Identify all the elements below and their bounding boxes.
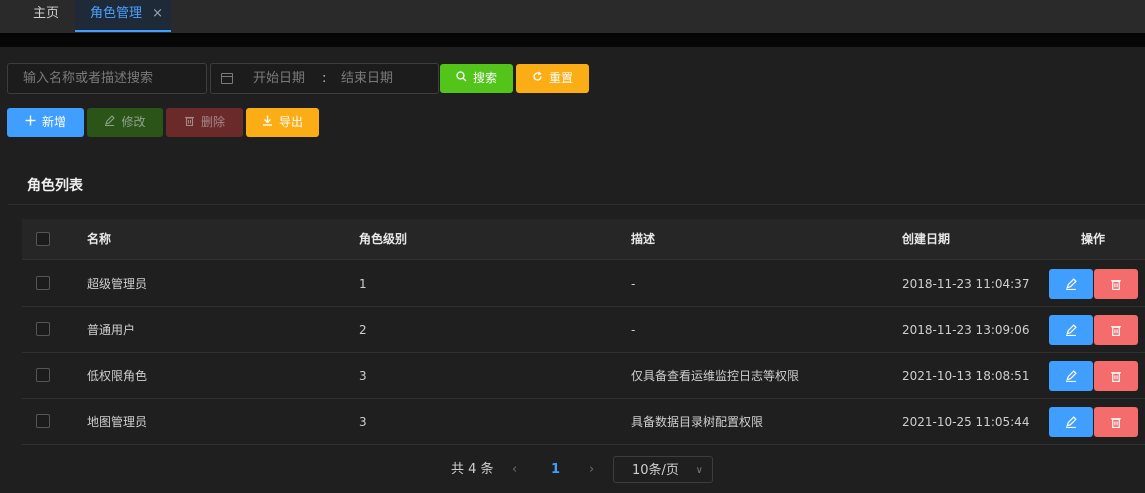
chevron-left-icon[interactable]: ‹	[512, 456, 517, 483]
table-row: 低权限角色 3 仅具备查看运维监控日志等权限 2021-10-13 18:08:…	[22, 353, 1145, 399]
edit-button-label: 修改	[121, 115, 146, 129]
range-separator: :	[322, 71, 327, 86]
role-date: 2021-10-25 11:05:44	[902, 415, 1030, 429]
refresh-icon	[532, 64, 543, 93]
add-button[interactable]: 新增	[7, 108, 84, 137]
row-checkbox[interactable]	[36, 322, 50, 336]
role-level: 2	[359, 323, 367, 337]
row-edit-button[interactable]	[1049, 361, 1093, 391]
column-header-desc: 描述	[631, 232, 656, 246]
role-level: 3	[359, 415, 367, 429]
row-delete-button[interactable]	[1094, 269, 1138, 299]
search-button-label: 搜索	[472, 71, 497, 85]
role-desc: -	[631, 277, 636, 291]
column-header-ops: 操作	[1081, 232, 1106, 246]
close-icon[interactable]: ×	[152, 0, 163, 28]
edit-button[interactable]: 修改	[87, 108, 163, 137]
role-name: 超级管理员	[87, 277, 148, 291]
plus-icon	[25, 108, 36, 137]
tab-role-management[interactable]: 角色管理 ×	[75, 0, 171, 32]
role-desc: 仅具备查看运维监控日志等权限	[631, 369, 800, 383]
role-level: 1	[359, 277, 367, 291]
trash-icon	[1111, 372, 1121, 383]
role-level: 3	[359, 369, 367, 383]
section-title: 角色列表	[27, 178, 83, 194]
row-edit-button[interactable]	[1049, 315, 1093, 345]
delete-button[interactable]: 删除	[166, 108, 243, 137]
start-date-field[interactable]: 开始日期	[253, 64, 305, 93]
pencil-icon	[1066, 324, 1077, 336]
row-delete-button[interactable]	[1094, 361, 1138, 391]
tab-bar: 主页 角色管理 ×	[0, 0, 1145, 34]
delete-button-label: 删除	[200, 115, 225, 129]
select-all-checkbox[interactable]	[36, 232, 50, 246]
search-icon	[456, 64, 467, 93]
date-range-picker[interactable]: 开始日期 : 结束日期	[210, 63, 439, 94]
chevron-right-icon[interactable]: ›	[589, 456, 594, 483]
column-header-date: 创建日期	[902, 232, 951, 246]
role-name: 地图管理员	[87, 415, 148, 429]
row-checkbox[interactable]	[36, 368, 50, 382]
row-delete-button[interactable]	[1094, 315, 1138, 345]
page-size-label: 10条/页	[632, 463, 679, 478]
trash-icon	[1111, 418, 1121, 429]
trash-icon	[1111, 280, 1121, 291]
pencil-icon	[1066, 370, 1077, 382]
row-checkbox[interactable]	[36, 276, 50, 290]
role-desc: 具备数据目录树配置权限	[631, 415, 764, 429]
search-input[interactable]: 输入名称或者描述搜索	[7, 63, 207, 94]
role-date: 2018-11-23 11:04:37	[902, 277, 1030, 291]
pagination-total: 共 4 条	[451, 462, 494, 477]
table-header: 名称 角色级别 描述 创建日期 操作	[22, 219, 1145, 260]
table-row: 地图管理员 3 具备数据目录树配置权限 2021-10-25 11:05:44	[22, 399, 1145, 445]
row-checkbox[interactable]	[36, 414, 50, 428]
role-name: 低权限角色	[87, 369, 148, 383]
row-edit-button[interactable]	[1049, 407, 1093, 437]
export-button[interactable]: 导出	[246, 108, 319, 137]
row-delete-button[interactable]	[1094, 407, 1138, 437]
table-row: 普通用户 2 - 2018-11-23 13:09:06	[22, 307, 1145, 353]
pencil-icon	[1066, 416, 1077, 428]
divider	[8, 204, 1145, 205]
column-header-name: 名称	[87, 232, 112, 246]
download-icon	[262, 108, 273, 137]
add-button-label: 新增	[41, 115, 66, 129]
export-button-label: 导出	[278, 115, 303, 129]
row-edit-button[interactable]	[1049, 269, 1093, 299]
page-size-select[interactable]: 10条/页 ∨	[613, 456, 713, 483]
table-row: 超级管理员 1 - 2018-11-23 11:04:37	[22, 261, 1145, 307]
pencil-icon	[1066, 278, 1077, 290]
column-header-level: 角色级别	[359, 232, 408, 246]
trash-icon	[1111, 326, 1121, 337]
role-name: 普通用户	[87, 323, 136, 337]
role-date: 2018-11-23 13:09:06	[902, 323, 1030, 337]
reset-button-label: 重置	[548, 71, 573, 85]
divider	[0, 33, 1145, 47]
reset-button[interactable]: 重置	[516, 64, 589, 93]
calendar-icon	[221, 73, 233, 84]
pencil-icon	[104, 108, 116, 137]
tab-label: 角色管理	[90, 6, 143, 21]
role-date: 2021-10-13 18:08:51	[902, 369, 1030, 383]
tab-home[interactable]: 主页	[18, 0, 74, 32]
pagination-current-page[interactable]: 1	[551, 456, 560, 483]
end-date-field[interactable]: 结束日期	[341, 64, 393, 93]
chevron-down-icon: ∨	[695, 465, 703, 476]
trash-icon	[184, 108, 195, 137]
role-desc: -	[631, 323, 636, 337]
search-button[interactable]: 搜索	[440, 64, 513, 93]
